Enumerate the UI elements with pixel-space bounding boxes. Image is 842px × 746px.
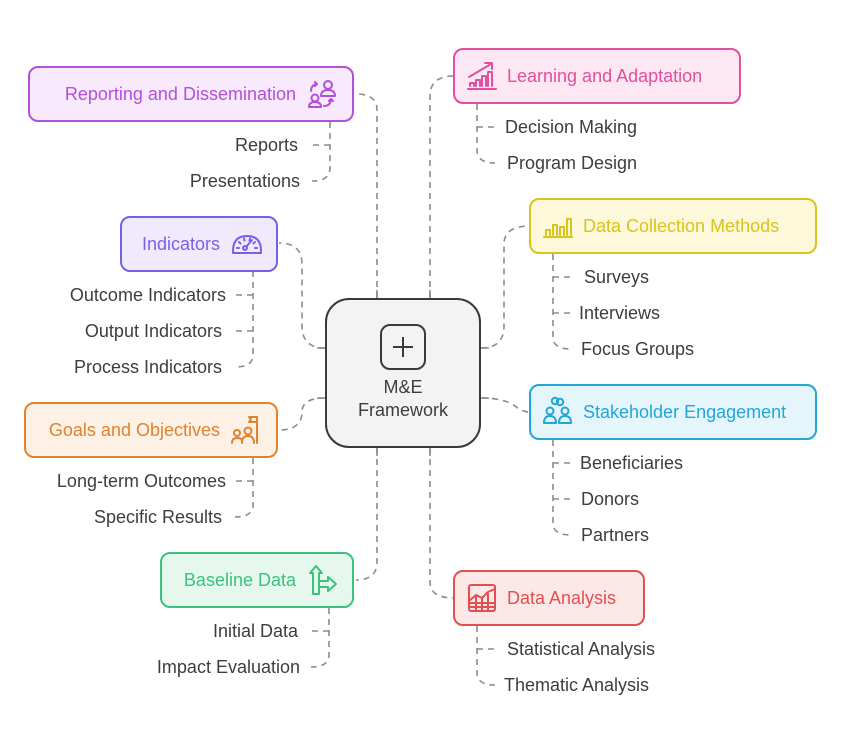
leaf-surveys: Surveys — [584, 267, 650, 287]
connector-indicators — [278, 242, 326, 349]
split-arrows-icon — [306, 563, 340, 597]
branch-label: Indicators — [141, 233, 220, 254]
branch-reporting[interactable]: Reporting and Dissemination — [28, 66, 354, 122]
connector-analysis — [429, 448, 455, 599]
leaf-initial-data: Initial Data — [212, 621, 298, 641]
leaf-outcome-indicators: Outcome Indicators — [69, 285, 226, 305]
leaf-partners: Partners — [581, 525, 650, 545]
leaf-decision-making: Decision Making — [505, 117, 638, 137]
branch-learning[interactable]: Learning and Adaptation — [453, 48, 741, 104]
leaf-donors: Donors — [581, 489, 640, 509]
connector-reporting — [355, 93, 378, 298]
leaf-long-term-outcomes: Long-term Outcomes — [56, 471, 226, 491]
bar-chart-icon — [541, 209, 575, 243]
branch-goals[interactable]: Goals and Objectives — [24, 402, 278, 458]
linked-people-icon — [541, 395, 575, 429]
leaf-thematic-analysis: Thematic Analysis — [504, 675, 650, 695]
branch-label: Stakeholder Engagement — [583, 401, 787, 422]
branch-label: Data Collection Methods — [583, 215, 780, 236]
leaf-specific-results: Specific Results — [93, 507, 222, 527]
branch-label: Learning and Adaptation — [507, 65, 703, 86]
connector-goals — [278, 397, 326, 431]
branch-analysis[interactable]: Data Analysis — [453, 570, 645, 626]
connector-stakeholder — [480, 397, 531, 413]
connector-collection — [480, 225, 531, 349]
leaf-impact-evaluation: Impact Evaluation — [156, 657, 300, 677]
leaf-interviews: Interviews — [579, 303, 661, 323]
leaf-focus-groups: Focus Groups — [581, 339, 695, 359]
leaf-statistical-analysis: Statistical Analysis — [507, 639, 656, 659]
spreadsheet-chart-icon — [465, 581, 499, 615]
branch-label: Goals and Objectives — [48, 419, 220, 440]
branch-collection[interactable]: Data Collection Methods — [529, 198, 817, 254]
center-title-line1: M&E — [383, 377, 423, 397]
gauge-icon — [230, 227, 264, 261]
branch-baseline[interactable]: Baseline Data — [160, 552, 354, 608]
leaf-beneficiaries: Beneficiaries — [580, 453, 684, 473]
branch-label: Data Analysis — [507, 587, 617, 608]
leaf-process-indicators: Process Indicators — [73, 357, 222, 377]
branch-indicators[interactable]: Indicators — [120, 216, 278, 272]
people-exchange-icon — [306, 77, 340, 111]
branch-label: Baseline Data — [183, 569, 296, 590]
leaf-reports: Reports — [234, 135, 298, 155]
branch-label: Reporting and Dissemination — [64, 83, 296, 104]
center-node[interactable]: M&E Framework — [325, 298, 481, 448]
branch-stakeholder[interactable]: Stakeholder Engagement — [529, 384, 817, 440]
leaf-output-indicators: Output Indicators — [84, 321, 222, 341]
plus-square-icon — [380, 324, 426, 370]
connector-learning — [429, 75, 455, 298]
growth-chart-icon — [465, 59, 499, 93]
center-title-line2: Framework — [357, 400, 448, 420]
leaf-program-design: Program Design — [507, 153, 638, 173]
leaf-presentations: Presentations — [189, 171, 300, 191]
team-flag-icon — [230, 413, 264, 447]
connector-baseline — [355, 448, 378, 581]
